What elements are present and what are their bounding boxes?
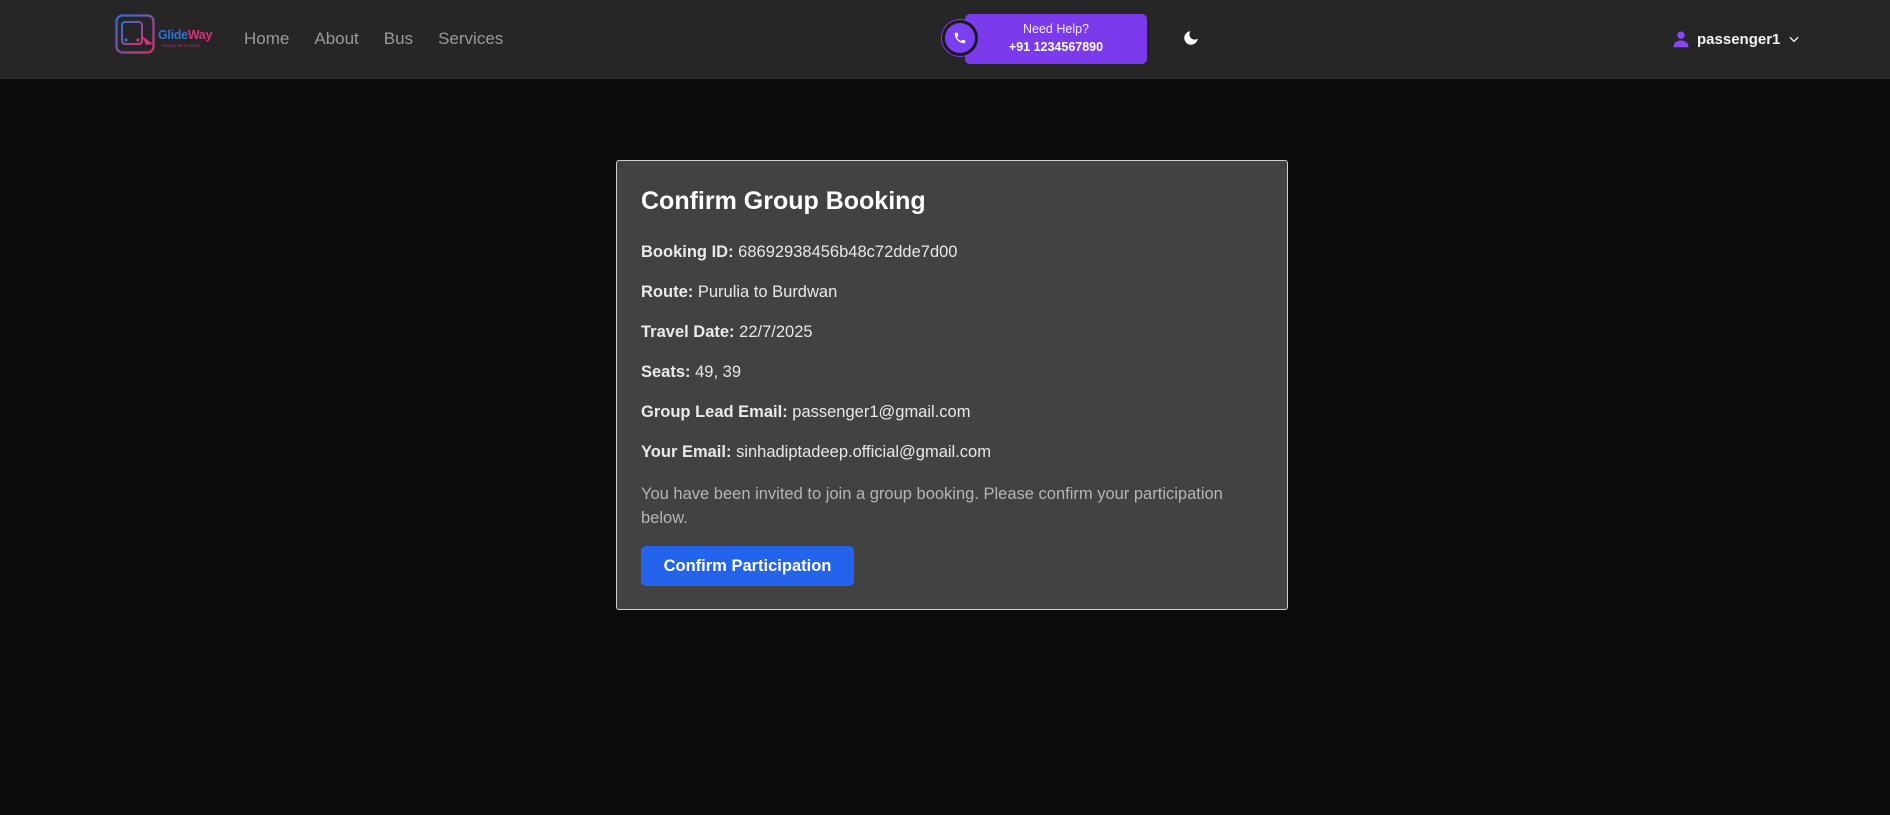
bus-logo-icon [115, 14, 155, 54]
help-contact[interactable]: Need Help? +91 1234567890 [942, 14, 1147, 65]
main-nav: Home About Bus Services [244, 29, 503, 49]
brand-tagline: TRAVEL WITH EASE [161, 44, 201, 48]
booking-id-row: Booking ID: 68692938456b48c72dde7d00 [641, 243, 958, 261]
chevron-down-icon [1789, 36, 1799, 43]
route-row: Route: Purulia to Burdwan [641, 283, 838, 301]
your-email-row: Your Email: sinhadiptadeep.official@gmai… [641, 443, 991, 461]
nav-about[interactable]: About [314, 29, 358, 49]
logo[interactable]: GlideWay TRAVEL WITH EASE [115, 14, 216, 54]
help-phone: +91 1234567890 [1008, 40, 1104, 54]
brand-name: GlideWay [158, 28, 213, 42]
top-navbar: GlideWay TRAVEL WITH EASE Home About Bus… [0, 0, 1890, 79]
seats-row: Seats: 49, 39 [641, 363, 741, 381]
user-icon [1673, 31, 1689, 48]
nav-bus[interactable]: Bus [384, 29, 413, 49]
help-box: Need Help? +91 1234567890 [965, 14, 1147, 64]
phone-icon [942, 20, 978, 56]
username: passenger1 [1697, 30, 1781, 48]
nav-home[interactable]: Home [244, 29, 289, 49]
booking-card: Confirm Group Booking Booking ID: 686929… [616, 160, 1288, 610]
group-lead-email-row: Group Lead Email: passenger1@gmail.com [641, 403, 971, 421]
help-title: Need Help? [1022, 22, 1089, 36]
invitation-note: You have been invited to join a group bo… [641, 485, 1223, 527]
travel-date-row: Travel Date: 22/7/2025 [641, 323, 813, 341]
moon-icon[interactable] [1182, 29, 1200, 47]
user-menu[interactable]: passenger1 [1672, 28, 1801, 50]
nav-services[interactable]: Services [438, 29, 503, 49]
page-title: Confirm Group Booking [641, 187, 926, 215]
confirm-participation-button[interactable]: Confirm Participation [641, 546, 854, 586]
